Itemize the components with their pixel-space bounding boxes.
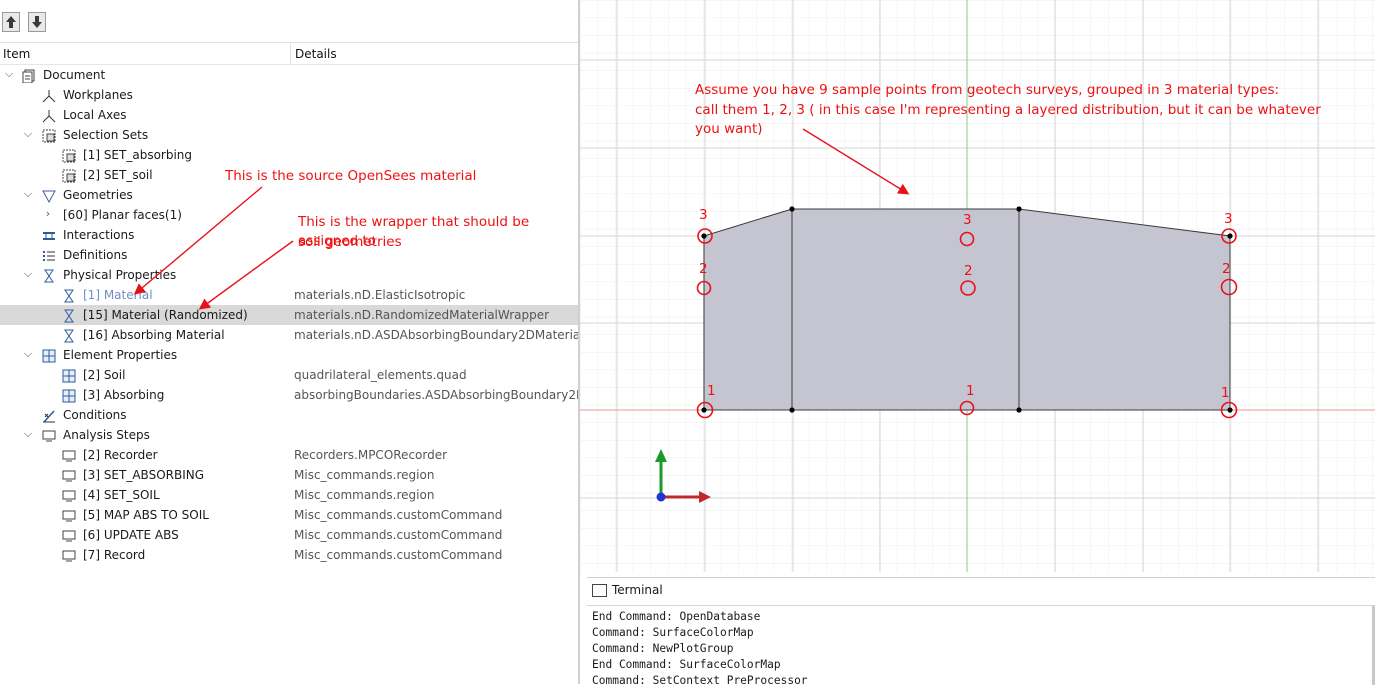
point-label: 3 [1224, 211, 1233, 227]
tree-panel: Item Details ⌵ Document Workplanes Local… [0, 0, 604, 684]
point-label: 3 [699, 207, 708, 223]
terminal-header[interactable]: Terminal [592, 583, 663, 597]
terminal-line: Command: SurfaceColorMap [592, 626, 754, 639]
terminal-line: End Command: SurfaceColorMap [592, 658, 781, 671]
terminal-icon [592, 583, 607, 597]
view-note-line-1: Assume you have 9 sample points from geo… [695, 82, 1280, 98]
point-label: 1 [707, 383, 716, 399]
view-note-line-2: call them 1, 2, 3 ( in this case I'm rep… [695, 102, 1321, 118]
tree-arrows [133, 186, 294, 310]
point-label: 2 [1222, 261, 1231, 277]
terminal-panel: Terminal End Command: OpenDatabase Comman… [587, 577, 1375, 687]
point-label: 1 [966, 383, 975, 399]
point-label: 1 [1221, 385, 1230, 401]
terminal-title: Terminal [612, 583, 663, 597]
terminal-output[interactable]: End Command: OpenDatabase Command: Surfac… [592, 609, 808, 689]
terminal-line: End Command: OpenDatabase [592, 610, 761, 623]
view-note-line-3: you want) [695, 121, 763, 137]
terminal-line: Command: NewPlotGroup [592, 642, 734, 655]
terminal-line: Command: SetContext PreProcessor [592, 674, 808, 687]
point-label: 3 [963, 212, 972, 228]
point-label: 2 [699, 261, 708, 277]
soil-geometry [703, 208, 1231, 411]
point-label: 2 [964, 263, 973, 279]
arrow-to-wrapper [198, 240, 294, 310]
model-viewport[interactable]: 3 3 3 2 2 2 1 1 1 Assume you have 9 samp… [580, 0, 1375, 572]
